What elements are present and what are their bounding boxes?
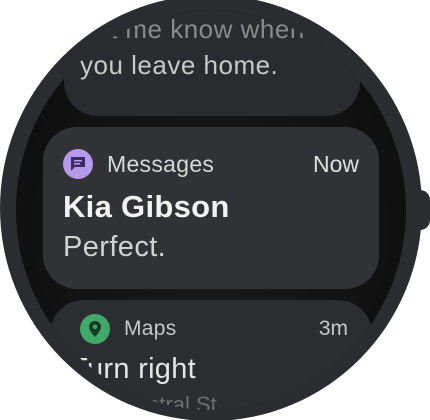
notification-subtitle: onto Central St [70,392,217,410]
notification-title: Kia Gibson [63,189,230,224]
watch-crown-button[interactable] [408,190,430,230]
app-name: Messages [107,150,215,177]
app-name: Maps [124,317,177,340]
map-pin-icon [80,314,110,344]
notification-text-line: you leave home. [80,50,279,80]
notification-header: Messages Now [63,149,359,179]
notification-time: 3m [318,317,348,340]
notification-card-previous[interactable]: Let me know when you leave home. [64,10,360,116]
message-icon [63,149,93,179]
watch-stage: Let me know when you leave home. Message… [0,0,430,420]
notification-header: Maps 3m [80,314,348,344]
notification-text-line: Let me know when [80,14,305,44]
notification-title: Turn right [70,353,197,385]
notification-time: Now [312,150,359,177]
notification-body: Perfect. [63,231,167,263]
watch-screen: Let me know when you leave home. Message… [16,10,406,410]
notification-card-maps[interactable]: Maps 3m Turn right onto Central St [50,300,372,410]
notification-card-messages[interactable]: Messages Now Kia Gibson Perfect. [43,127,379,289]
